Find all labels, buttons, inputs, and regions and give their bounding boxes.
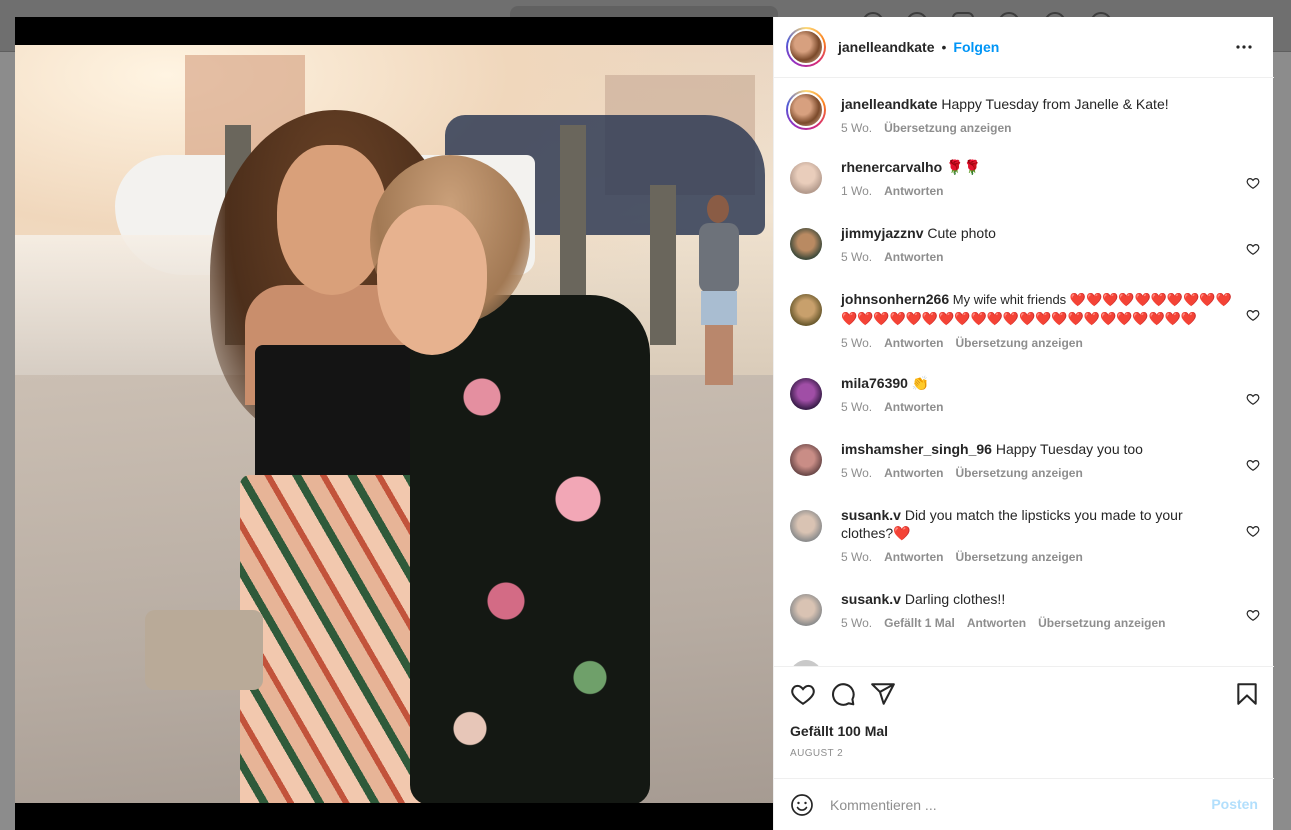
photo-person-right-dress	[410, 295, 650, 803]
comment-item: susank.v Did you match the lipsticks you…	[790, 502, 1260, 578]
reply-link[interactable]: Antworten	[884, 334, 943, 352]
comment-username[interactable]: susank.v	[841, 591, 901, 607]
reply-link[interactable]: Antworten	[884, 248, 943, 266]
post-comment-button[interactable]: Posten	[1211, 796, 1258, 812]
comment-text: 👏	[907, 375, 930, 391]
author-username[interactable]: janelleandkate	[838, 39, 935, 55]
heart-icon[interactable]	[1246, 308, 1260, 322]
likes-count[interactable]: Gefällt 100 Mal	[790, 723, 888, 739]
photo-person-background	[687, 195, 747, 395]
comment-text: Darling clothes!!	[900, 591, 1006, 607]
caption-username[interactable]: janelleandkate	[841, 96, 938, 112]
caption-avatar[interactable]	[786, 90, 826, 130]
comment-text: 🌹🌹	[942, 159, 981, 175]
comment-age[interactable]: 5 Wo.	[841, 614, 872, 632]
comment-age[interactable]: 5 Wo.	[841, 334, 872, 352]
comment-item: rhenercarvalho 🌹🌹 1 Wo. Antworten	[790, 154, 1260, 212]
heart-icon[interactable]	[1246, 524, 1260, 538]
post-photo[interactable]	[15, 17, 773, 830]
post-actions: Gefällt 100 Mal AUGUST 2	[774, 666, 1274, 778]
heart-icon[interactable]	[1246, 392, 1260, 406]
caption-text: Happy Tuesday from Janelle & Kate!	[941, 96, 1169, 112]
comment-username[interactable]: susank.v	[841, 507, 901, 523]
translate-link[interactable]: Übersetzung anzeigen	[955, 548, 1082, 566]
heart-icon[interactable]	[1246, 176, 1260, 190]
post-modal: janelleandkate • Folgen janelleandkate H…	[15, 17, 1274, 830]
comment-item: susank.v Darling clothes!! 5 Wo. Gefällt…	[790, 586, 1260, 644]
comment-avatar[interactable]	[790, 294, 822, 326]
comment-item: imshamsher_singh_96 Happy Tuesday you to…	[790, 436, 1260, 494]
emoji-icon[interactable]	[790, 793, 814, 817]
photo-pile	[650, 185, 676, 345]
caption-translate-link[interactable]: Übersetzung anzeigen	[884, 119, 1011, 137]
author-avatar[interactable]	[786, 27, 826, 67]
post-sidebar: janelleandkate • Folgen janelleandkate H…	[773, 17, 1274, 830]
translate-link[interactable]: Übersetzung anzeigen	[955, 464, 1082, 482]
comment-avatar[interactable]	[790, 594, 822, 626]
comment-avatar[interactable]	[790, 162, 822, 194]
more-options-icon[interactable]	[1232, 35, 1256, 65]
photo-person-left-top	[255, 345, 425, 485]
comment-item: jimmyjazznv Cute photo 5 Wo. Antworten	[790, 220, 1260, 278]
share-paper-plane-icon[interactable]	[870, 681, 896, 707]
comment-avatar[interactable]	[790, 228, 822, 260]
heart-icon[interactable]	[1246, 242, 1260, 256]
photo-person-right-face	[377, 205, 487, 355]
comment-username[interactable]: johnsonhern266	[841, 291, 949, 307]
comment-likes-count[interactable]: Gefällt 1 Mal	[884, 614, 955, 632]
caption-age[interactable]: 5 Wo.	[841, 119, 872, 137]
comment-username[interactable]: jimmyjazznv	[841, 225, 923, 241]
comment-age[interactable]: 5 Wo.	[841, 464, 872, 482]
comment-username[interactable]: rhenercarvalho	[841, 159, 942, 175]
comment-text: Happy Tuesday you too	[991, 441, 1143, 457]
add-comment-bar: Posten	[774, 778, 1274, 830]
comments-list[interactable]: janelleandkate Happy Tuesday from Janell…	[774, 78, 1274, 666]
follow-button[interactable]: Folgen	[953, 39, 999, 55]
comment-avatar[interactable]	[790, 378, 822, 410]
reply-link[interactable]: Antworten	[884, 182, 943, 200]
reply-link[interactable]: Antworten	[884, 464, 943, 482]
more-options-glyph	[1236, 45, 1252, 49]
comment-item-partial	[790, 652, 1260, 666]
comment-username[interactable]: imshamsher_singh_96	[841, 441, 992, 457]
comment-text: Cute photo	[923, 225, 996, 241]
bookmark-icon[interactable]	[1234, 681, 1260, 707]
comment-age[interactable]: 5 Wo.	[841, 248, 872, 266]
comment-bubble-icon[interactable]	[830, 681, 856, 707]
comment-username[interactable]: mila76390	[841, 375, 908, 391]
like-heart-icon[interactable]	[790, 681, 816, 707]
heart-icon[interactable]	[1246, 608, 1260, 622]
comment-avatar[interactable]	[790, 510, 822, 542]
post-date[interactable]: AUGUST 2	[790, 748, 843, 759]
post-caption: janelleandkate Happy Tuesday from Janell…	[786, 90, 1260, 142]
reply-link[interactable]: Antworten	[967, 614, 1026, 632]
comment-input[interactable]	[830, 793, 1190, 817]
comment-age[interactable]: 1 Wo.	[841, 182, 872, 200]
post-image	[15, 45, 773, 803]
comment-age[interactable]: 5 Wo.	[841, 548, 872, 566]
translate-link[interactable]: Übersetzung anzeigen	[1038, 614, 1165, 632]
separator-dot: •	[941, 39, 947, 55]
post-header: janelleandkate • Folgen	[774, 17, 1274, 78]
reply-link[interactable]: Antworten	[884, 548, 943, 566]
heart-icon[interactable]	[1246, 458, 1260, 472]
comment-age[interactable]: 5 Wo.	[841, 398, 872, 416]
reply-link[interactable]: Antworten	[884, 398, 943, 416]
translate-link[interactable]: Übersetzung anzeigen	[955, 334, 1082, 352]
comment-item: mila76390 👏 5 Wo. Antworten	[790, 370, 1260, 428]
photo-person-left-face	[277, 145, 387, 295]
comment-avatar[interactable]	[790, 444, 822, 476]
comment-item: johnsonhern266 My wife whit friends ❤️❤️…	[790, 286, 1260, 362]
photo-handbag	[145, 610, 263, 690]
